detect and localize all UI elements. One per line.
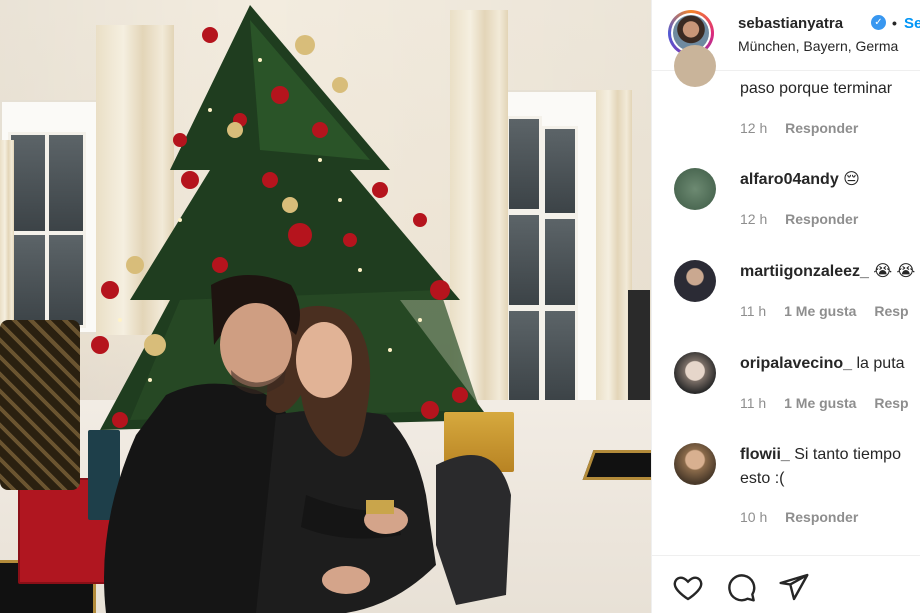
share-icon[interactable] bbox=[778, 571, 810, 603]
author-username[interactable]: sebastianyatra bbox=[738, 15, 843, 32]
post-photo[interactable] bbox=[0, 0, 651, 613]
comment-text: oripalavecino_ la puta bbox=[740, 355, 905, 372]
reply-button[interactable]: Resp bbox=[874, 395, 908, 411]
commenter-avatar[interactable] bbox=[674, 352, 716, 394]
comment-meta: 11 h 1 Me gusta Resp bbox=[740, 395, 920, 411]
comment-icon[interactable] bbox=[725, 571, 757, 603]
armchair bbox=[0, 320, 80, 490]
commenter-avatar[interactable] bbox=[674, 168, 716, 210]
couple bbox=[104, 275, 511, 613]
comment-meta: 12 h Responder bbox=[740, 211, 872, 227]
comment-time[interactable]: 11 h bbox=[740, 395, 766, 411]
comment-time[interactable]: 11 h bbox=[740, 303, 766, 319]
heart-icon[interactable] bbox=[672, 571, 704, 603]
reply-button[interactable]: Responder bbox=[785, 120, 858, 136]
post-sidebar: sebastianyatra ✓ • Se München, Bayern, G… bbox=[651, 0, 920, 613]
comment-likes[interactable]: 1 Me gusta bbox=[784, 395, 856, 411]
commenter-avatar[interactable] bbox=[674, 45, 716, 87]
commenter-username[interactable]: martiigonzaleez_ bbox=[740, 263, 869, 280]
comment-text: martiigonzaleez_ 😭 😭 bbox=[740, 263, 916, 280]
comment-meta: 11 h 1 Me gusta Resp bbox=[740, 303, 920, 319]
rug bbox=[582, 450, 651, 480]
comment-text: flowii_ Si tanto tiempo bbox=[740, 446, 901, 463]
comment-text-continued: esto :( bbox=[740, 470, 785, 487]
commenter-username[interactable]: flowii_ bbox=[740, 446, 790, 463]
post-actions bbox=[652, 555, 920, 613]
verified-icon: ✓ bbox=[871, 15, 886, 30]
commenter-avatar[interactable] bbox=[674, 260, 716, 302]
comment-meta: 12 h Responder bbox=[740, 120, 872, 136]
follow-button[interactable]: Se bbox=[904, 15, 920, 32]
comment-time[interactable]: 10 h bbox=[740, 509, 767, 525]
commenter-avatar[interactable] bbox=[674, 443, 716, 485]
curtain bbox=[0, 140, 14, 340]
reply-button[interactable]: Resp bbox=[874, 303, 908, 319]
comment-meta: 10 h Responder bbox=[740, 509, 872, 525]
comment-text: alfaro04andy 😔 bbox=[740, 171, 860, 188]
commenter-username[interactable]: oripalavecino_ bbox=[740, 355, 852, 372]
commenter-username[interactable]: alfaro04andy bbox=[740, 171, 839, 188]
comment-time[interactable]: 12 h bbox=[740, 120, 767, 136]
post-location[interactable]: München, Bayern, Germa bbox=[738, 38, 898, 54]
comment-likes[interactable]: 1 Me gusta bbox=[784, 303, 856, 319]
separator-dot: • bbox=[892, 15, 897, 31]
reply-button[interactable]: Responder bbox=[785, 509, 858, 525]
reply-button[interactable]: Responder bbox=[785, 211, 858, 227]
wall-lamp bbox=[628, 290, 650, 400]
curtain bbox=[596, 90, 632, 400]
comment-time[interactable]: 12 h bbox=[740, 211, 767, 227]
comment-text: paso porque terminar bbox=[740, 80, 893, 97]
